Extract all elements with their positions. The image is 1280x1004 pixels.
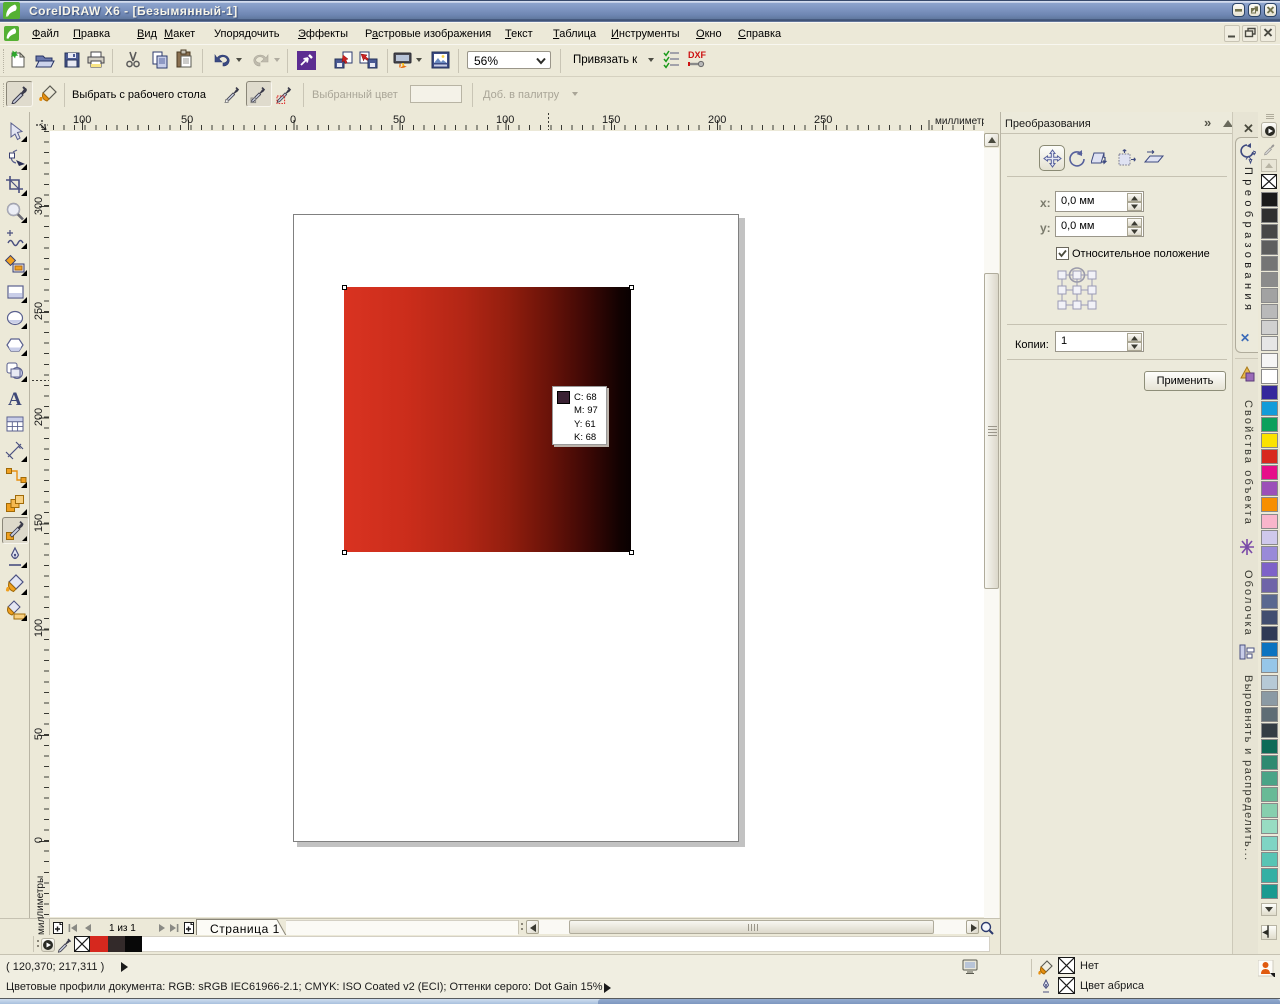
svg-text:DXF: DXF [688, 50, 707, 60]
svg-text:A: A [8, 389, 22, 410]
